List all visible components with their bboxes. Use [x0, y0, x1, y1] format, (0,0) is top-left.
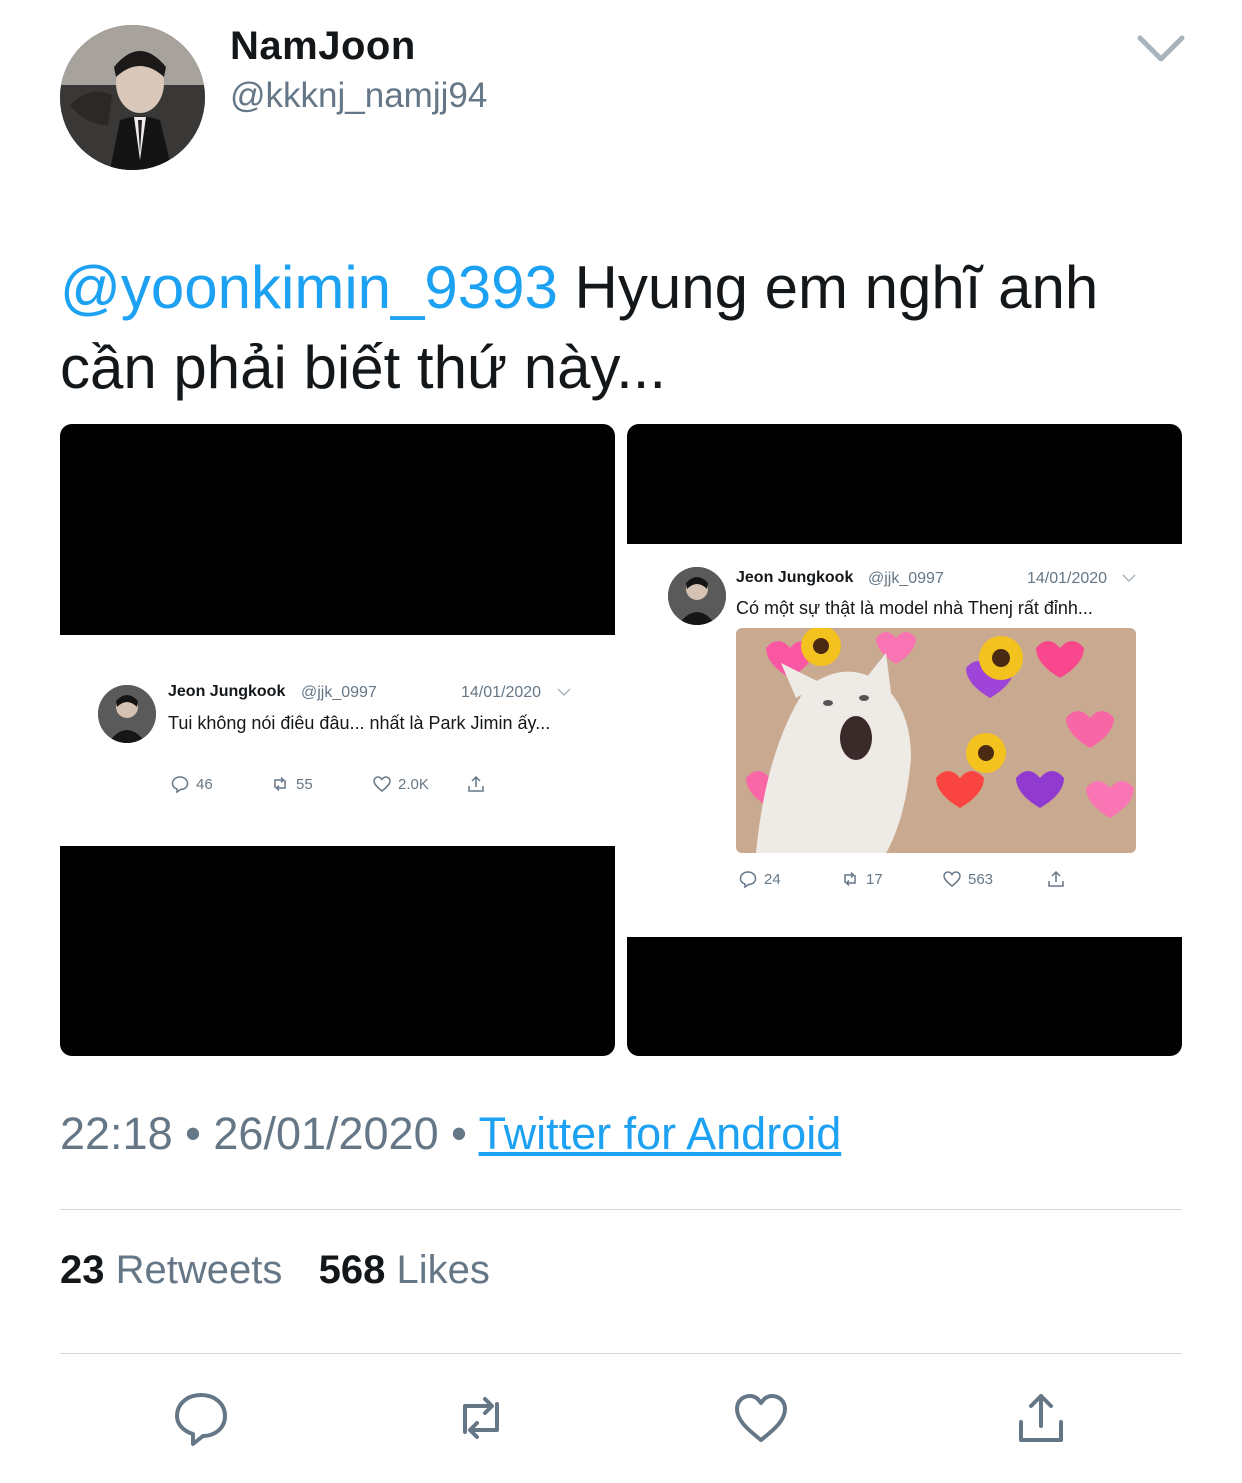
separator-dot: • — [172, 1108, 214, 1159]
retweets-label: Retweets — [115, 1248, 283, 1292]
mini-actions: 46 55 2.0K — [170, 774, 486, 794]
share-icon — [1048, 870, 1064, 887]
divider — [60, 1209, 1182, 1210]
chevron-down-icon — [1122, 574, 1136, 583]
mini-handle: @jjk_0997 — [301, 684, 377, 701]
retweet-icon — [463, 1397, 499, 1439]
embedded-tweet-screenshot: Jeon Jungkook @jjk_0997 14/01/2020 Có mộ… — [627, 544, 1182, 937]
reply-icon — [739, 871, 757, 889]
mini-date: 14/01/2020 — [1027, 570, 1108, 587]
tweet-time: 22:18 — [60, 1108, 173, 1159]
mini-handle: @jjk_0997 — [868, 570, 944, 587]
mini-text: Có một sự thật là model nhà Thenj rất đỉ… — [736, 598, 1093, 618]
mention-link[interactable]: @yoonkimin_9393 — [60, 254, 558, 321]
reply-icon — [175, 1393, 227, 1446]
share-icon — [1019, 1394, 1063, 1442]
embedded-tweet-screenshot: Jeon Jungkook @jjk_0997 14/01/2020 Tui k… — [60, 635, 615, 846]
likes-stat[interactable]: 568 Likes — [319, 1248, 490, 1292]
likes-label: Likes — [396, 1248, 490, 1292]
mini-text: Tui không nói điêu đâu... nhất là Park J… — [168, 713, 551, 733]
mini-name: Jeon Jungkook — [168, 683, 286, 700]
mini-name: Jeon Jungkook — [736, 569, 854, 586]
retweets-stat[interactable]: 23 Retweets — [60, 1248, 282, 1292]
tweet-timestamp: 22:18 • 26/01/2020 • Twitter for Android — [60, 1108, 841, 1160]
retweet-icon — [844, 871, 856, 887]
tweet-date: 26/01/2020 — [213, 1108, 439, 1159]
likes-count: 568 — [318, 1248, 386, 1292]
retweet-button[interactable] — [451, 1388, 511, 1448]
retweet-icon — [274, 776, 286, 792]
reply-button[interactable] — [171, 1388, 231, 1448]
separator-dot: • — [438, 1108, 479, 1159]
heart-icon — [943, 871, 961, 887]
reply-icon — [171, 776, 189, 794]
mini-reply-count: 24 — [764, 870, 781, 888]
media-image-2[interactable]: Jeon Jungkook @jjk_0997 14/01/2020 Có mộ… — [627, 424, 1182, 1056]
chevron-down-icon[interactable] — [1136, 30, 1186, 66]
source-link[interactable]: Twitter for Android — [479, 1108, 842, 1159]
share-button[interactable] — [1011, 1388, 1071, 1448]
mini-like-count: 2.0K — [398, 775, 429, 793]
mini-avatar — [668, 567, 726, 625]
retweets-count: 23 — [60, 1248, 105, 1292]
mini-retweet-count: 55 — [296, 775, 313, 793]
chevron-down-icon — [557, 688, 571, 697]
mini-avatar — [98, 685, 156, 743]
like-button[interactable] — [731, 1388, 791, 1448]
mini-retweet-count: 17 — [866, 870, 883, 888]
author-avatar[interactable] — [60, 25, 205, 170]
heart-icon — [735, 1394, 787, 1442]
author-handle[interactable]: @kkknj_namjj94 — [230, 76, 487, 116]
author-display-name[interactable]: NamJoon — [230, 24, 416, 69]
divider — [60, 1353, 1182, 1354]
heart-icon — [373, 776, 391, 792]
share-icon — [468, 775, 484, 792]
tweet-stats: 23 Retweets 568 Likes — [60, 1248, 490, 1293]
mini-actions: 24 17 563 — [738, 869, 1066, 889]
mini-reply-count: 46 — [196, 775, 213, 793]
mini-like-count: 563 — [968, 870, 994, 888]
media-image-1[interactable]: Jeon Jungkook @jjk_0997 14/01/2020 Tui k… — [60, 424, 615, 1056]
cat-meme-image — [736, 628, 1136, 853]
mini-date: 14/01/2020 — [461, 684, 542, 701]
tweet-text: @yoonkimin_9393 Hyung em nghĩ anh cần ph… — [60, 248, 1190, 408]
